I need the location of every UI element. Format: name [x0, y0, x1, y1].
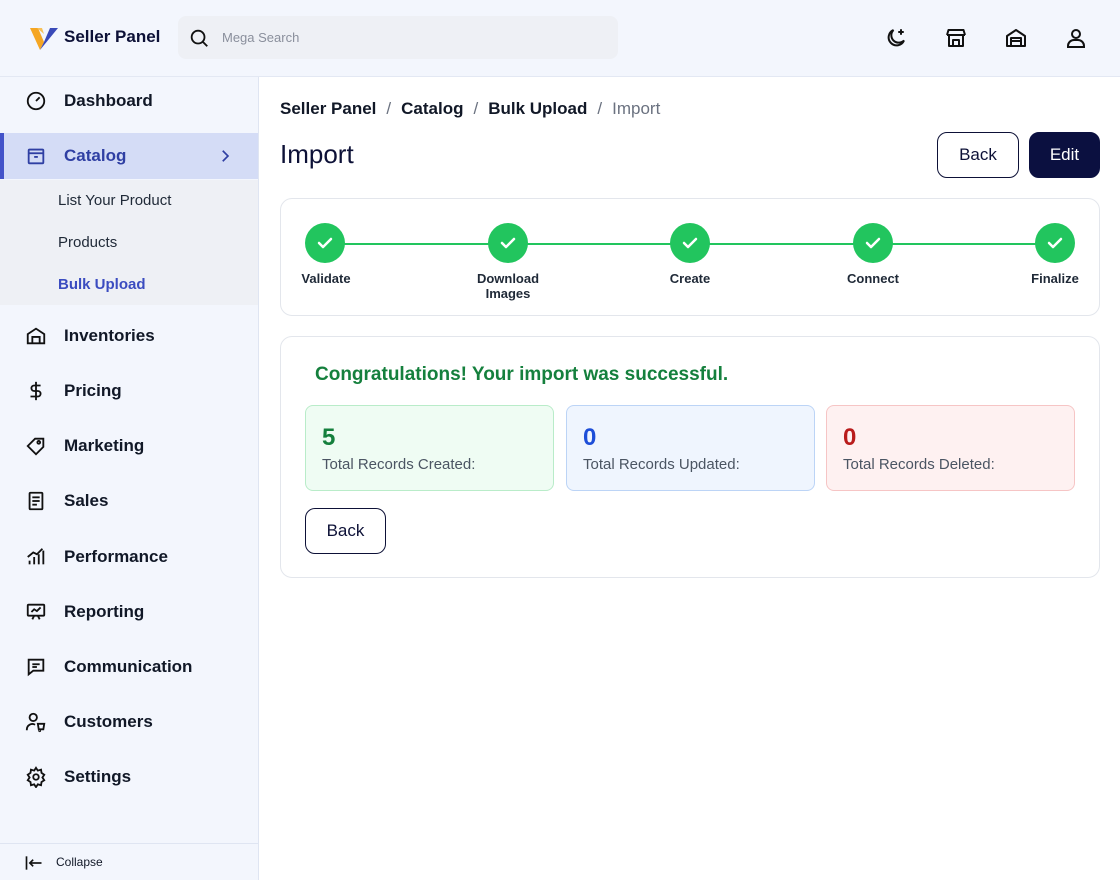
user-profile-icon[interactable] [1064, 26, 1088, 50]
step-label-create: Create [669, 271, 711, 286]
sidebar-item-performance[interactable]: Performance [0, 534, 258, 580]
breadcrumb-bulk-upload[interactable]: Bulk Upload [488, 99, 587, 119]
warehouse-icon[interactable] [1004, 26, 1028, 50]
step-finalize-check [1035, 223, 1075, 263]
chevron-right-icon [222, 150, 230, 162]
page-title: Import [280, 139, 354, 169]
box-icon [27, 148, 45, 165]
search-input[interactable] [222, 26, 602, 49]
sidebar-item-marketing[interactable]: Marketing [0, 423, 258, 469]
checkmark-icon [865, 237, 881, 249]
step-label-validate: Validate [301, 271, 351, 286]
step-connect-check [853, 223, 893, 263]
gauge-icon [26, 91, 46, 111]
sidebar-item-customers[interactable]: Customers [0, 699, 258, 745]
sidebar-item-reporting[interactable]: Reporting [0, 589, 258, 635]
catalog-submenu: List Your Product Products Bulk Upload [0, 180, 258, 305]
checkmark-icon [1047, 237, 1063, 249]
stat-updated-label: Total Records Updated: [583, 456, 740, 473]
step-create-check [670, 223, 710, 263]
presentation-icon [26, 603, 46, 620]
dark-mode-moon-icon[interactable] [884, 26, 908, 50]
step-validate-check [305, 223, 345, 263]
bar-chart-icon [27, 548, 45, 565]
sidebar-item-pricing[interactable]: Pricing [0, 368, 258, 414]
submenu-item-list-your-product[interactable]: List Your Product [58, 192, 171, 209]
sidebar: Dashboard Catalog List Your Product Prod… [0, 77, 259, 880]
result-back-button[interactable]: Back [305, 508, 386, 554]
top-header: Seller Panel [0, 0, 1120, 77]
search-icon [190, 29, 208, 47]
brand-name: Seller Panel [64, 27, 161, 46]
submenu-item-products[interactable]: Products [58, 234, 117, 251]
step-download-images-check [488, 223, 528, 263]
stat-records-deleted: 0 Total Records Deleted: [826, 405, 1075, 491]
mega-search[interactable] [178, 16, 618, 59]
collapse-sidebar-button[interactable]: Collapse [0, 843, 258, 880]
sidebar-item-inventories[interactable]: Inventories [0, 313, 258, 359]
message-icon [27, 658, 45, 677]
sidebar-item-settings[interactable]: Settings [0, 754, 258, 800]
step-label-connect: Connect [847, 271, 899, 286]
success-message: Congratulations! Your import was success… [315, 364, 729, 385]
breadcrumb-current: Import [612, 99, 661, 118]
tag-icon [26, 437, 45, 456]
step-label-finalize: Finalize [1031, 271, 1079, 286]
checkmark-icon [317, 237, 333, 249]
sidebar-item-catalog[interactable]: Catalog [0, 133, 258, 179]
collapse-arrow-icon [25, 856, 42, 870]
breadcrumb-catalog[interactable]: Catalog [401, 99, 463, 119]
stat-updated-value: 0 [583, 424, 597, 451]
users-icon [25, 712, 46, 733]
receipt-icon [28, 491, 44, 511]
breadcrumb-seller-panel[interactable]: Seller Panel [280, 99, 376, 119]
step-label-download-images: Download Images [476, 271, 540, 301]
stat-deleted-label: Total Records Deleted: [843, 456, 995, 473]
stat-deleted-value: 0 [843, 424, 857, 451]
warehouse-icon [26, 327, 46, 345]
import-result-card: Congratulations! Your import was success… [280, 336, 1100, 578]
checkmark-icon [682, 237, 698, 249]
sidebar-item-sales[interactable]: Sales [0, 478, 258, 524]
checkmark-icon [500, 237, 516, 249]
stat-created-label: Total Records Created: [322, 456, 476, 473]
sidebar-item-dashboard[interactable]: Dashboard [0, 78, 258, 124]
breadcrumb: Seller Panel / Catalog / Bulk Upload / Import [280, 99, 661, 119]
stat-records-updated: 0 Total Records Updated: [566, 405, 815, 491]
dollar-icon [30, 381, 42, 401]
edit-button[interactable]: Edit [1029, 132, 1100, 178]
gear-icon [26, 766, 46, 788]
stat-created-value: 5 [322, 424, 336, 451]
stat-records-created: 5 Total Records Created: [305, 405, 554, 491]
store-front-icon[interactable] [944, 26, 968, 50]
submenu-item-bulk-upload[interactable]: Bulk Upload [58, 276, 146, 293]
sidebar-item-communication[interactable]: Communication [0, 644, 258, 690]
import-stepper: Validate Download Images Create Connect … [280, 198, 1100, 316]
back-button[interactable]: Back [937, 132, 1019, 178]
brand-logo-icon [30, 28, 58, 50]
